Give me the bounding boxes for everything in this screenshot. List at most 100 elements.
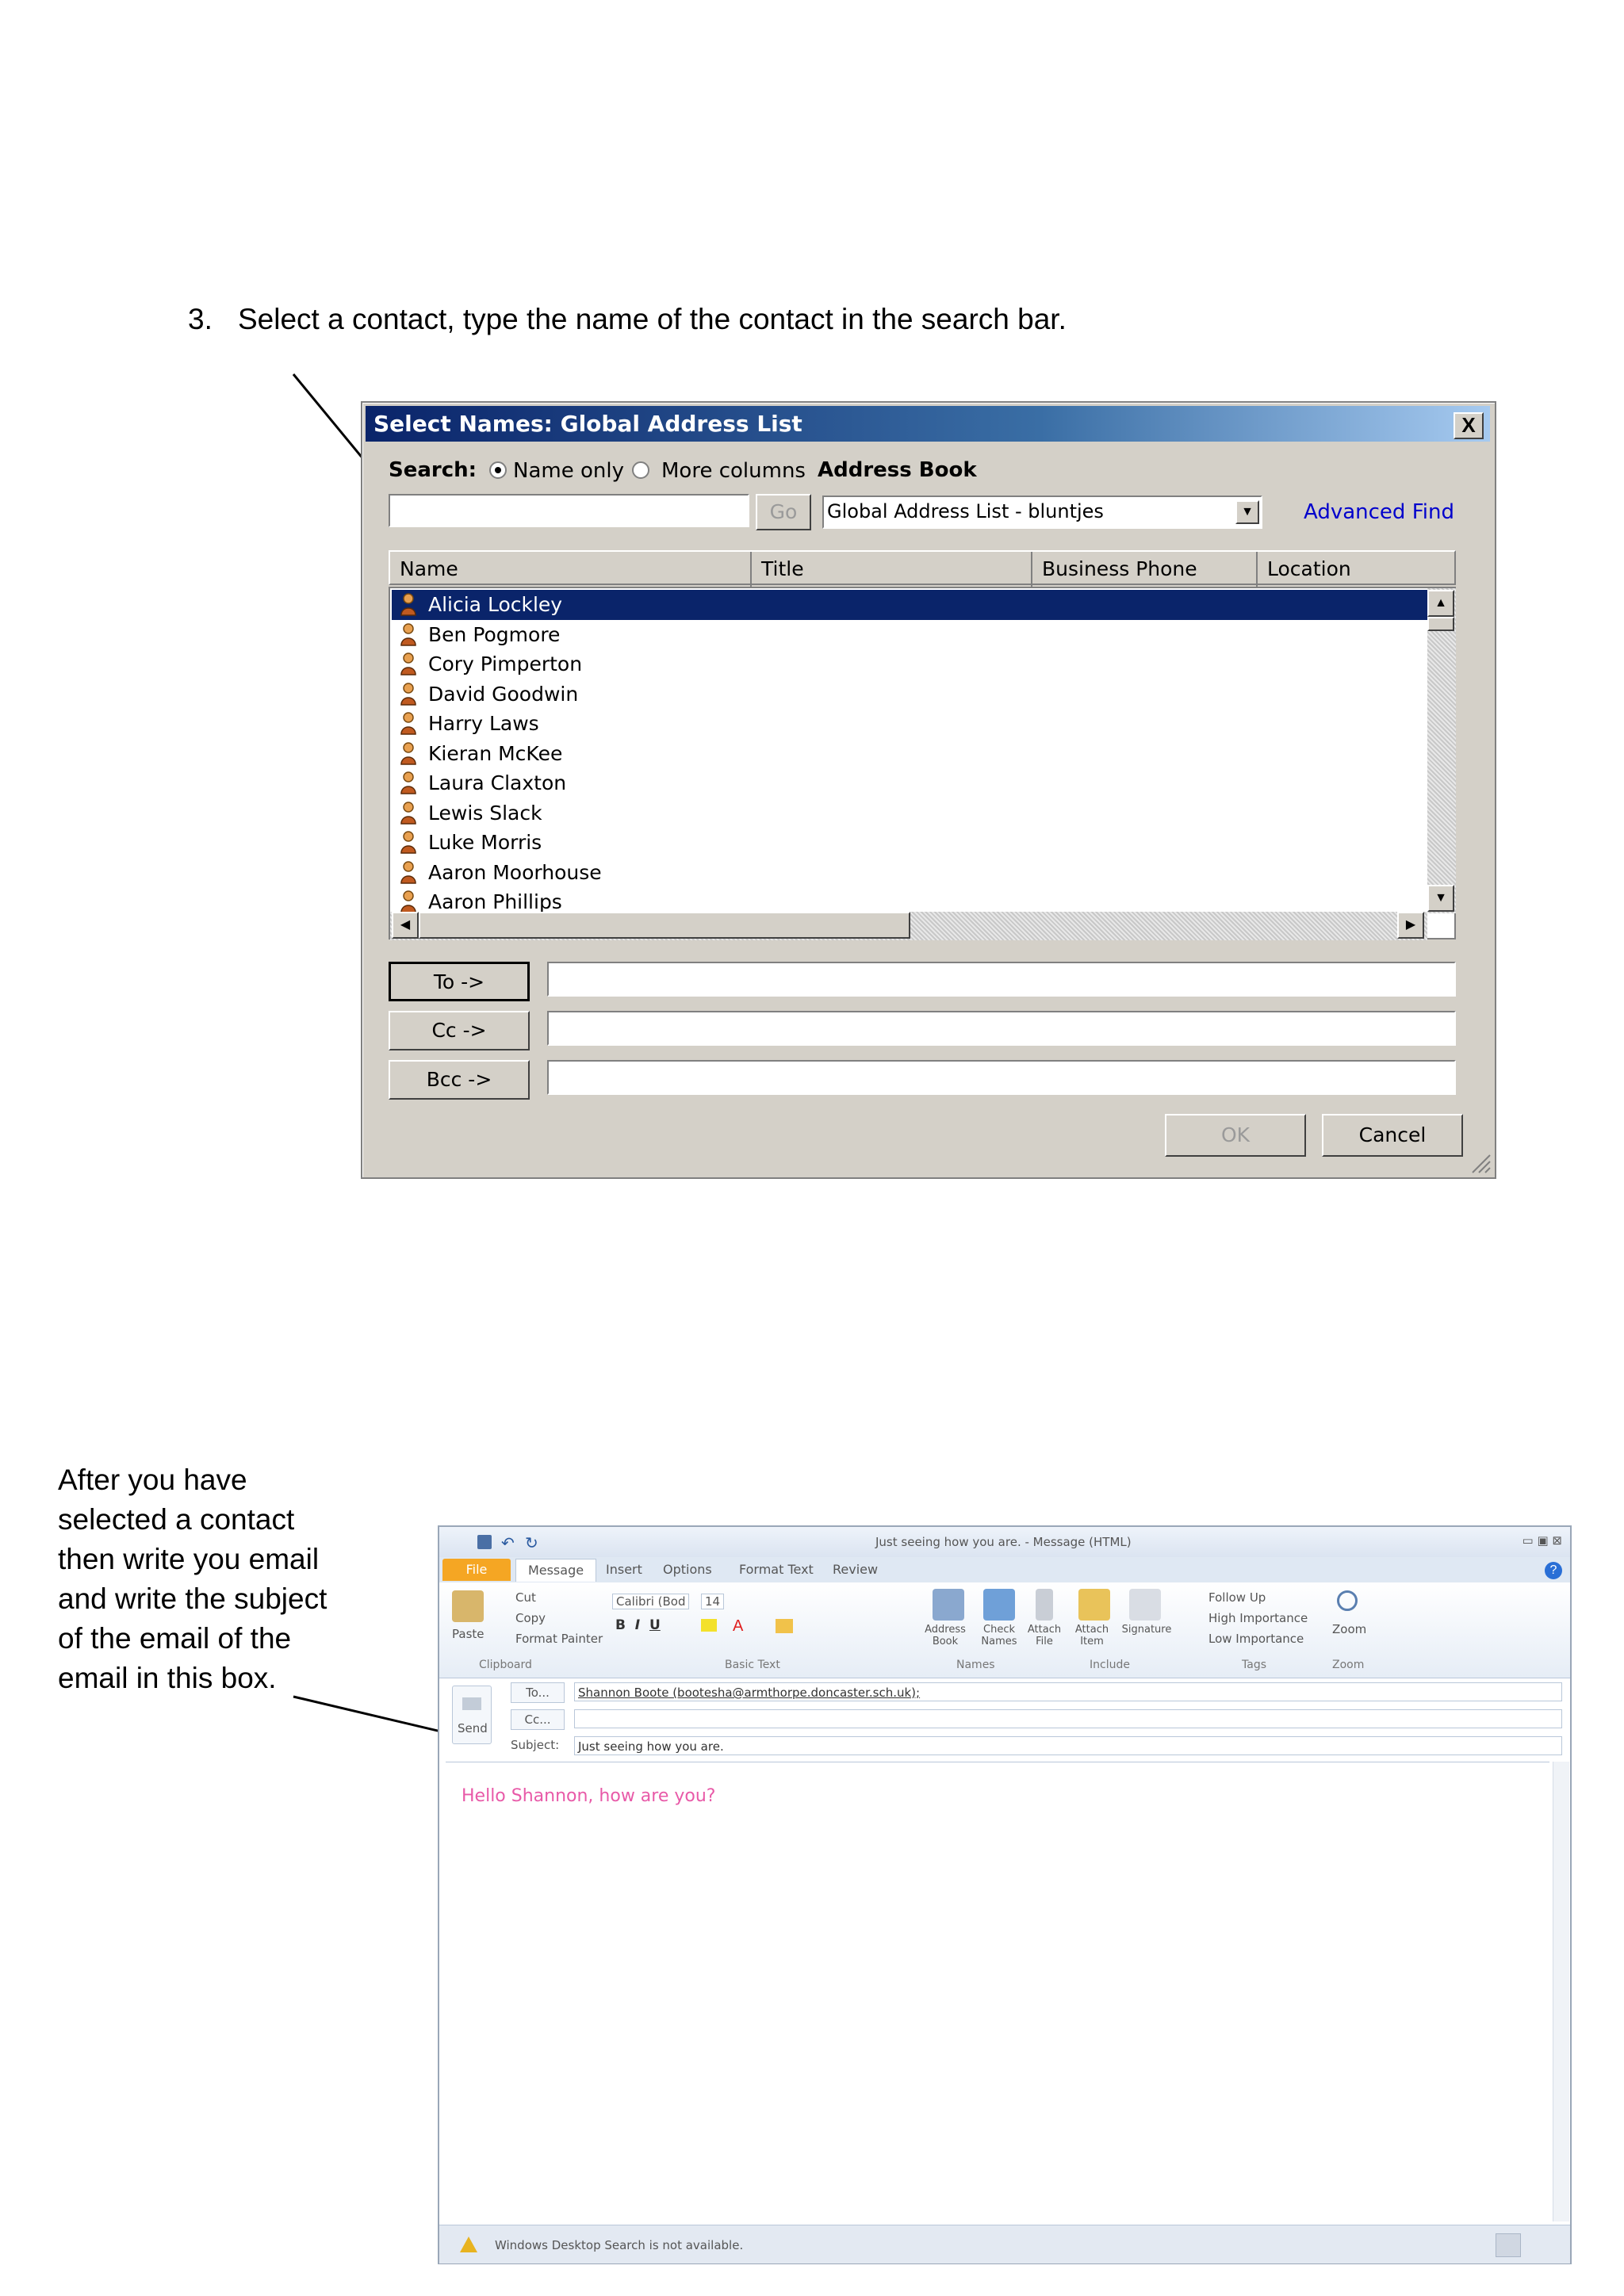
scroll-down-icon[interactable]: ▼ (1427, 885, 1454, 912)
people-pane-icon[interactable] (1496, 2233, 1521, 2257)
subject-input[interactable]: Just seeing how you are. (574, 1736, 1562, 1755)
to-address-button[interactable]: To... (511, 1682, 565, 1703)
window-controls[interactable]: ▭ ▣ ⊠ (1522, 1533, 1562, 1548)
redo-icon[interactable]: ↻ (525, 1533, 538, 1553)
bcc-field[interactable] (547, 1060, 1456, 1095)
column-name[interactable]: Name (390, 552, 752, 587)
scroll-up-icon[interactable]: ▲ (1427, 590, 1454, 617)
tab-review[interactable]: Review (833, 1559, 878, 1581)
resize-grip-icon[interactable] (1468, 1150, 1492, 1174)
tab-file[interactable]: File (442, 1559, 511, 1581)
address-book-select[interactable]: Global Address List - bluntjes ▼ (822, 496, 1262, 529)
highlight-icon[interactable] (701, 1619, 717, 1632)
advanced-find-link[interactable]: Advanced Find (1304, 500, 1454, 524)
cc-field[interactable] (547, 1011, 1456, 1046)
font-select[interactable]: Calibri (Bod (612, 1594, 690, 1609)
cc-button[interactable]: Cc -> (389, 1011, 530, 1050)
contact-name: Lewis Slack (428, 801, 542, 825)
send-button[interactable]: Send (452, 1686, 492, 1744)
address-book-value: Global Address List - bluntjes (827, 500, 1104, 522)
cc-input[interactable] (574, 1709, 1562, 1728)
scroll-right-icon[interactable]: ▶ (1397, 912, 1424, 939)
body-scrollbar[interactable] (1553, 1762, 1569, 2221)
attach-file-icon[interactable] (1036, 1589, 1053, 1621)
go-button[interactable]: Go (756, 494, 811, 530)
contact-person-icon (400, 622, 417, 646)
horizontal-scroll-thumb[interactable] (419, 912, 910, 939)
tab-format-text[interactable]: Format Text (739, 1559, 814, 1581)
contact-row[interactable]: Alicia Lockley (392, 590, 1431, 620)
ok-button[interactable]: OK (1165, 1114, 1306, 1157)
bcc-button[interactable]: Bcc -> (389, 1060, 530, 1100)
address-book-label: Address Book (818, 458, 977, 482)
tab-insert[interactable]: Insert (606, 1559, 642, 1581)
tab-message[interactable]: Message (515, 1559, 596, 1582)
attach-item-button[interactable]: Attach Item (1071, 1624, 1113, 1647)
contact-row[interactable]: Aaron Moorhouse (392, 858, 1431, 888)
tags-group-label: Tags (1242, 1659, 1266, 1671)
font-color-icon[interactable]: A (733, 1617, 743, 1636)
tab-options[interactable]: Options (663, 1559, 712, 1581)
address-book-icon[interactable] (933, 1589, 964, 1621)
contact-person-icon (400, 652, 417, 675)
side-note: After you have selected a contact then w… (58, 1460, 327, 1698)
column-location[interactable]: Location (1258, 552, 1456, 587)
format-buttons[interactable]: B I U (615, 1617, 661, 1633)
horizontal-scrollbar[interactable]: ◀ ▶ (390, 912, 1427, 940)
to-button[interactable]: To -> (389, 962, 530, 1001)
message-body[interactable]: Hello Shannon, how are you? (446, 1762, 1549, 2222)
cc-address-button[interactable]: Cc... (511, 1709, 565, 1730)
cut-button[interactable]: Cut (515, 1590, 536, 1605)
search-input[interactable] (389, 494, 749, 527)
cancel-button[interactable]: Cancel (1322, 1114, 1463, 1157)
low-importance-button[interactable]: Low Importance (1208, 1632, 1304, 1646)
vertical-scrollbar[interactable]: ▲ ▼ (1427, 588, 1456, 913)
paste-icon[interactable] (452, 1590, 484, 1622)
scroll-thumb[interactable] (1427, 617, 1454, 631)
contact-row[interactable]: Kieran McKee (392, 739, 1431, 769)
scroll-left-icon[interactable]: ◀ (392, 912, 419, 939)
zoom-icon[interactable] (1337, 1590, 1358, 1611)
column-business-phone[interactable]: Business Phone (1032, 552, 1258, 587)
signature-icon[interactable] (1129, 1589, 1161, 1621)
copy-button[interactable]: Copy (515, 1611, 546, 1625)
high-importance-button[interactable]: High Importance (1208, 1611, 1308, 1625)
attach-file-button[interactable]: Attach File (1023, 1624, 1066, 1647)
check-names-button[interactable]: Check Names (975, 1624, 1023, 1647)
to-input[interactable]: Shannon Boote (bootesha@armthorpe.doncas… (574, 1682, 1562, 1701)
contact-person-icon (400, 592, 417, 616)
column-title[interactable]: Title (752, 552, 1032, 587)
signature-button[interactable]: Signature (1118, 1624, 1175, 1636)
to-field[interactable] (547, 962, 1456, 997)
undo-icon[interactable]: ↶ (501, 1533, 515, 1553)
radio-name-only[interactable] (489, 461, 507, 479)
format-painter-button[interactable]: Format Painter (515, 1632, 603, 1646)
chevron-down-icon[interactable]: ▼ (1235, 500, 1259, 524)
align-left-icon[interactable] (776, 1619, 793, 1633)
save-icon[interactable] (477, 1535, 492, 1549)
check-names-icon[interactable] (983, 1589, 1015, 1621)
contact-row[interactable]: Luke Morris (392, 828, 1431, 858)
radio-more-columns[interactable] (632, 461, 649, 479)
include-group-label: Include (1090, 1659, 1130, 1671)
contact-person-icon (400, 771, 417, 794)
follow-up-button[interactable]: Follow Up (1208, 1590, 1266, 1605)
contact-row[interactable]: Lewis Slack (392, 798, 1431, 828)
font-size-select[interactable]: 14 (701, 1594, 725, 1609)
contact-row[interactable]: Laura Claxton (392, 768, 1431, 798)
contact-row[interactable]: Cory Pimperton (392, 649, 1431, 679)
address-book-button[interactable]: Address Book (921, 1624, 969, 1647)
close-button[interactable]: X (1454, 412, 1484, 439)
attach-item-icon[interactable] (1078, 1589, 1110, 1621)
instruction-step-number: 3. (188, 303, 213, 335)
contact-name: Kieran McKee (428, 741, 563, 765)
side-note-line: then write you email (58, 1543, 320, 1575)
side-note-line: and write the subject (58, 1582, 327, 1615)
help-icon[interactable]: ? (1545, 1562, 1562, 1579)
dialog-title-bar: Select Names: Global Address List X (366, 406, 1490, 442)
ribbon: Paste Cut Copy Format Painter Clipboard … (439, 1582, 1570, 1678)
contact-row[interactable]: Harry Laws (392, 709, 1431, 739)
zoom-button[interactable]: Zoom (1332, 1622, 1366, 1636)
contact-row[interactable]: David Goodwin (392, 679, 1431, 710)
contact-row[interactable]: Ben Pogmore (392, 620, 1431, 650)
